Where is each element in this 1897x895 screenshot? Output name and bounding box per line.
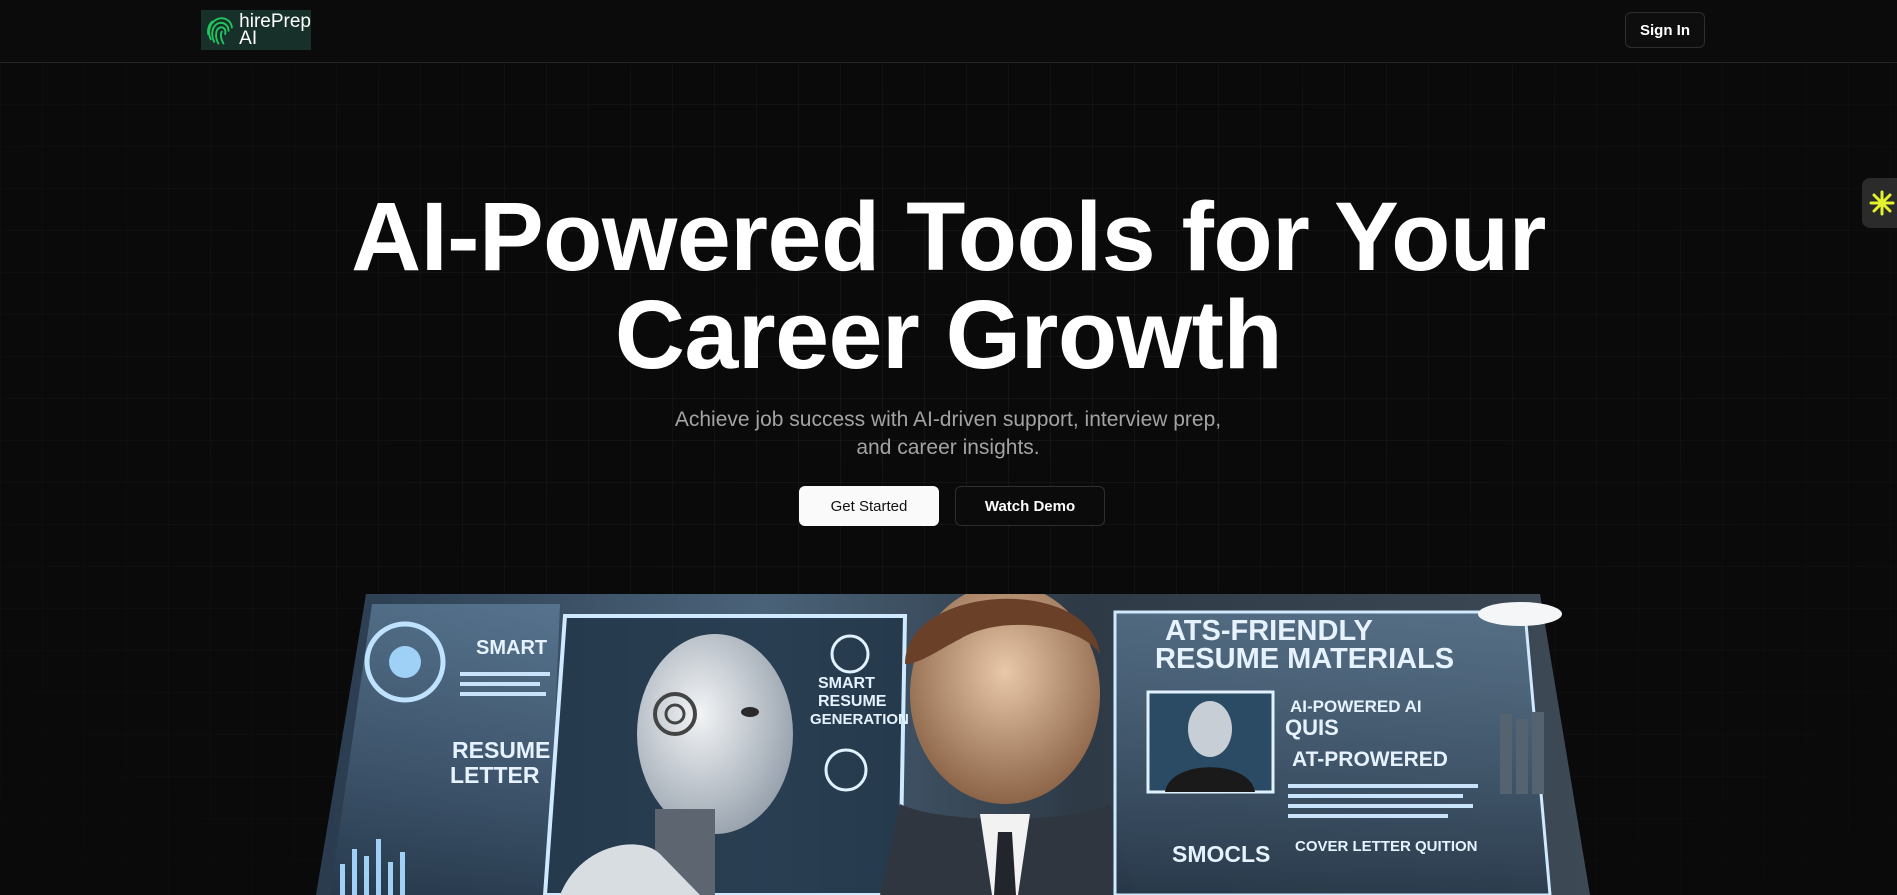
label-generation: GENERATION — [810, 711, 909, 728]
hero-title-line1: AI-Powered Tools for Your — [351, 182, 1546, 291]
label-letter: LETTER — [450, 762, 540, 788]
logo-text-line2: AI — [239, 28, 258, 49]
hero-illustration: SMART RESUME LETTER SMART RESUME GENERAT… — [316, 594, 1590, 895]
fingerprint-logo-icon — [207, 17, 233, 45]
label-resume: RESUME — [452, 737, 550, 763]
hero-subtitle-line1: Achieve job success with AI-driven suppo… — [674, 408, 1222, 431]
label-smocls: SMOCLS — [1172, 841, 1270, 867]
holo-ring-core — [389, 646, 421, 678]
lamp-light — [1478, 602, 1562, 626]
label-resume-materials: RESUME MATERIALS — [1155, 643, 1454, 675]
sign-in-button[interactable]: Sign In — [1625, 12, 1705, 48]
label-smart-2: SMART — [818, 675, 875, 692]
hero-subtitle: Achieve job success with AI-driven suppo… — [648, 406, 1248, 462]
watch-demo-button[interactable]: Watch Demo — [955, 486, 1105, 526]
robot-head — [637, 634, 793, 834]
label-ai-powered: AI-POWERED AI — [1290, 697, 1422, 716]
label-resume-2: RESUME — [818, 693, 887, 710]
top-navbar: hirePrep AI Sign In — [0, 0, 1897, 63]
label-smart: SMART — [476, 637, 547, 659]
brand-logo[interactable]: hirePrep AI — [201, 10, 311, 50]
label-cover-letter: COVER LETTER QUITION — [1295, 838, 1478, 855]
hero-subtitle-line2: and career insights. — [856, 436, 1040, 459]
hero-title: AI-Powered Tools for Your Career Growth — [0, 188, 1897, 384]
label-quis: QUIS — [1285, 715, 1339, 740]
get-started-button[interactable]: Get Started — [799, 486, 939, 526]
label-at-prowered: AT-PROWERED — [1292, 748, 1448, 771]
hero-title-line2: Career Growth — [614, 280, 1283, 389]
